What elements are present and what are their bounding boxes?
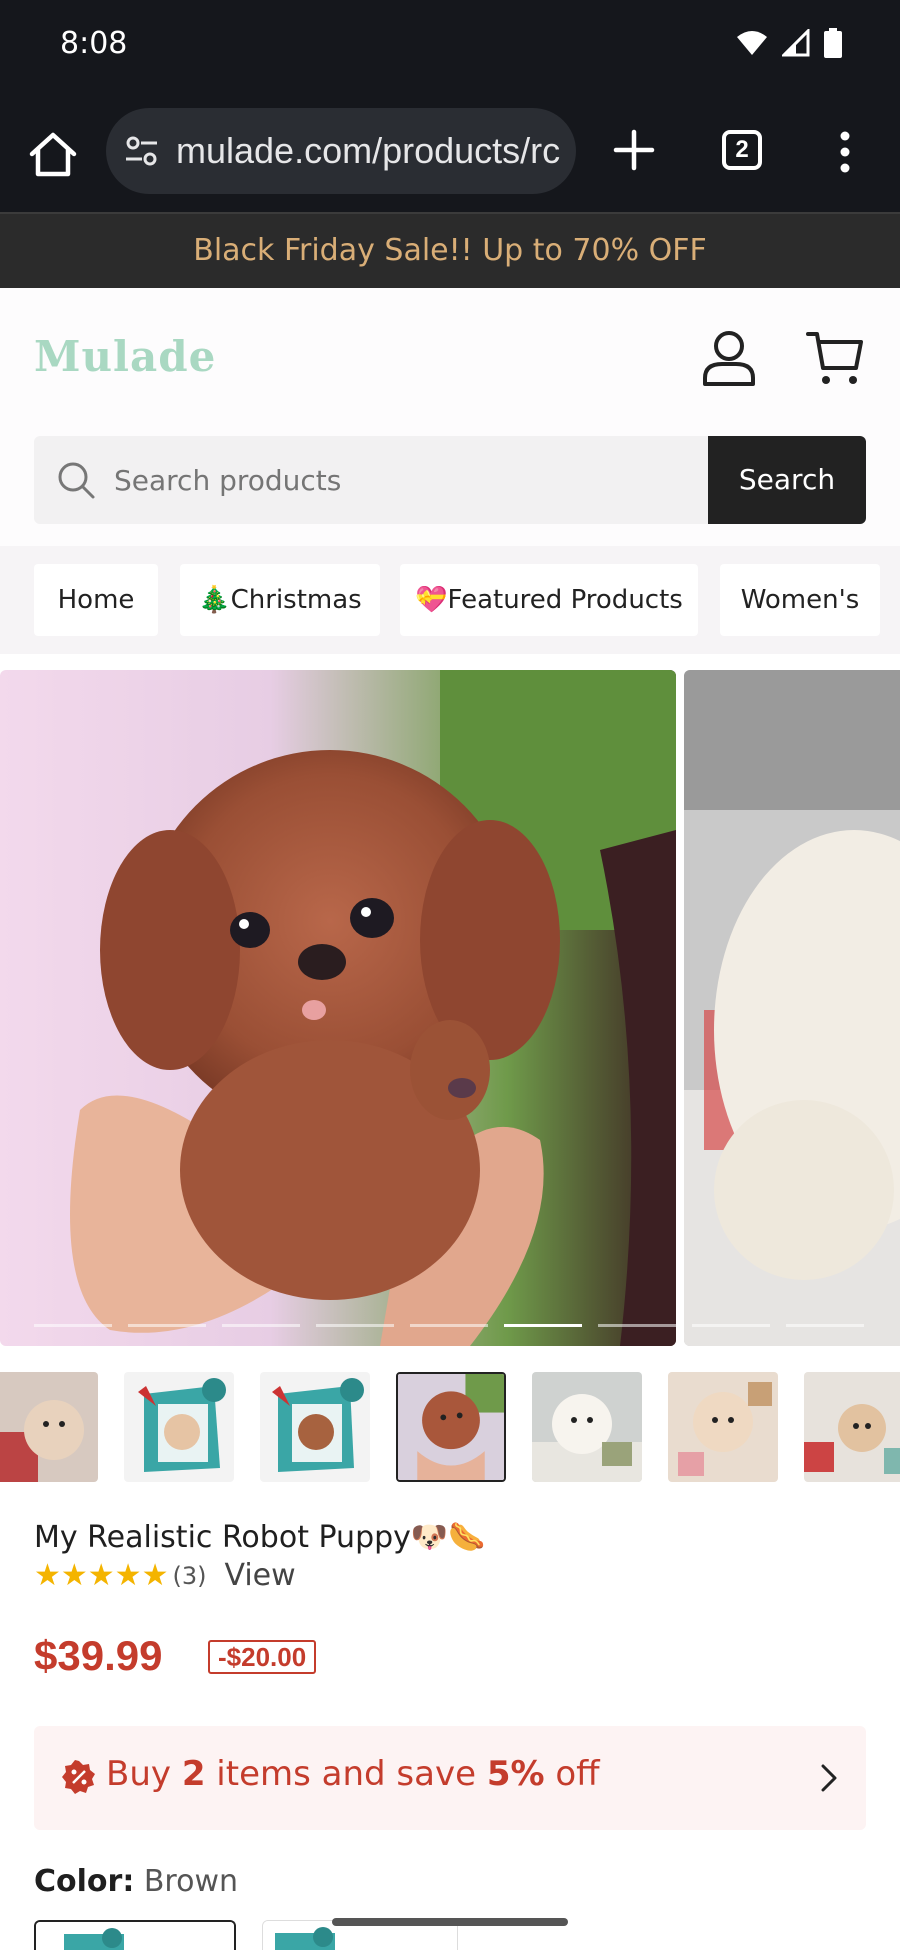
search-button[interactable]: Search xyxy=(708,436,866,524)
browser-toolbar: mulade.com/products/rc 2 xyxy=(0,88,900,212)
color-swatch-selected[interactable] xyxy=(34,1920,236,1950)
color-label: Color: xyxy=(34,1864,135,1899)
pagination-dot[interactable] xyxy=(34,1324,112,1327)
discount-badge-icon xyxy=(62,1760,95,1794)
search-icon xyxy=(58,462,95,499)
gallery-pagination xyxy=(34,1324,864,1327)
url-text[interactable]: mulade.com/products/rc xyxy=(176,130,566,172)
promo-middle: items and save xyxy=(205,1754,487,1794)
product-image-next[interactable] xyxy=(684,670,900,1346)
announcement-bar[interactable]: Black Friday Sale!! Up to 70% OFF xyxy=(0,212,900,288)
status-icons xyxy=(736,28,842,58)
thumbnail-selected[interactable] xyxy=(396,1372,506,1482)
nav-item-home[interactable]: Home xyxy=(34,564,158,636)
thumbnail-strip xyxy=(0,1372,900,1484)
address-bar[interactable]: mulade.com/products/rc xyxy=(106,108,576,194)
bundle-promo-banner[interactable]: Buy 2 items and save 5% off xyxy=(34,1726,866,1830)
overflow-menu-icon[interactable] xyxy=(830,128,860,176)
thumbnail[interactable] xyxy=(532,1372,642,1482)
tab-switcher-button[interactable]: 2 xyxy=(722,130,762,170)
signal-icon xyxy=(782,29,810,57)
nav-item-featured-products[interactable]: 💝Featured Products xyxy=(400,564,698,636)
bundle-promo-text: Buy 2 items and save 5% off xyxy=(106,1754,600,1794)
product-image-main[interactable] xyxy=(0,670,676,1346)
pagination-dot[interactable] xyxy=(316,1324,394,1327)
thumbnail[interactable] xyxy=(260,1372,370,1482)
home-icon[interactable] xyxy=(26,128,80,182)
review-count: (3) xyxy=(172,1561,207,1590)
nav-item-womens[interactable]: Women's xyxy=(720,564,880,636)
gesture-home-indicator[interactable] xyxy=(332,1918,568,1926)
brown-puppy-image xyxy=(0,670,676,1346)
pagination-dot[interactable] xyxy=(222,1324,300,1327)
view-reviews-link[interactable]: View xyxy=(224,1558,295,1593)
wifi-icon xyxy=(737,31,767,55)
category-nav: Home 🎄Christmas 💝Featured Products Women… xyxy=(0,546,900,654)
chevron-right-icon[interactable] xyxy=(814,1760,844,1796)
pagination-dot[interactable] xyxy=(692,1324,770,1327)
status-bar: 8:08 xyxy=(0,0,900,88)
site-header: Mulade Search xyxy=(0,288,900,546)
search-input[interactable] xyxy=(114,436,674,524)
site-info-icon[interactable] xyxy=(124,133,160,169)
nav-item-christmas[interactable]: 🎄Christmas xyxy=(180,564,380,636)
pagination-dot[interactable] xyxy=(598,1324,676,1327)
thumbnail[interactable] xyxy=(124,1372,234,1482)
promo-percent: 5% xyxy=(486,1754,545,1794)
product-gallery[interactable] xyxy=(0,670,900,1346)
color-selector-label: Color: Brown xyxy=(34,1864,238,1899)
product-title: My Realistic Robot Puppy🐶🌭 xyxy=(34,1520,486,1555)
battery-icon xyxy=(824,28,842,58)
promo-suffix: off xyxy=(544,1754,600,1794)
site-logo[interactable]: Mulade xyxy=(34,332,216,381)
cart-icon[interactable] xyxy=(806,328,864,388)
search-box xyxy=(34,436,708,524)
color-value: Brown xyxy=(134,1864,239,1899)
account-icon[interactable] xyxy=(700,328,758,388)
pagination-dot[interactable] xyxy=(410,1324,488,1327)
thumbnail[interactable] xyxy=(804,1372,900,1482)
discount-badge: -$20.00 xyxy=(208,1640,317,1674)
white-puppy-image xyxy=(684,670,900,1346)
status-time: 8:08 xyxy=(60,26,128,61)
promo-prefix: Buy xyxy=(106,1754,182,1794)
promo-qty: 2 xyxy=(181,1754,206,1794)
star-rating-icon: ★★★★★ xyxy=(34,1559,169,1592)
product-price: $39.99 xyxy=(34,1632,163,1679)
new-tab-icon[interactable] xyxy=(610,126,658,174)
pagination-dot[interactable] xyxy=(128,1324,206,1327)
thumbnail[interactable] xyxy=(668,1372,778,1482)
product-rating: ★★★★★ (3) View xyxy=(34,1558,296,1593)
pagination-dot[interactable] xyxy=(786,1324,864,1327)
pagination-dot-active[interactable] xyxy=(504,1324,582,1327)
thumbnail[interactable] xyxy=(0,1372,98,1482)
